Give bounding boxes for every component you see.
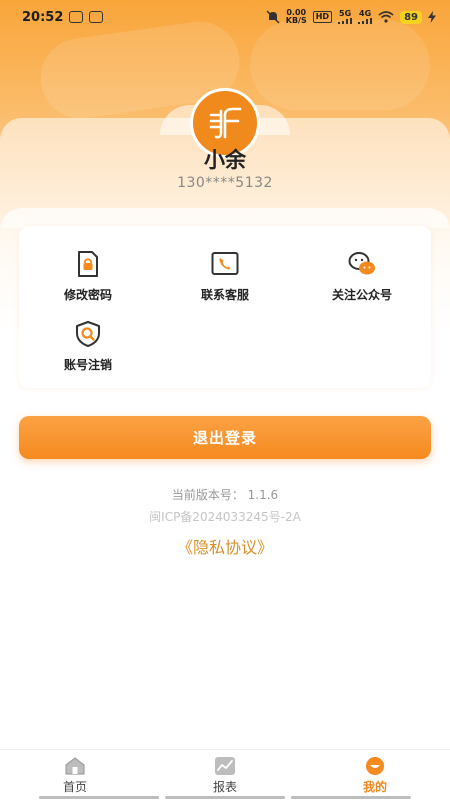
status-bar: 20:52 0.00 KB/S HD 5G 4G 89 bbox=[0, 0, 450, 34]
gesture-segment bbox=[291, 796, 411, 799]
chart-icon bbox=[215, 757, 235, 775]
hd-badge: HD bbox=[312, 11, 333, 23]
notification-icon bbox=[69, 11, 84, 23]
home-icon bbox=[65, 757, 85, 775]
menu-item-label: 修改密码 bbox=[63, 288, 112, 302]
signal-5g-label: 5G bbox=[339, 9, 352, 18]
network-speed-unit: KB/S bbox=[285, 16, 307, 25]
shield-search-icon bbox=[76, 321, 100, 347]
icp-text: 闽ICP备2024033245号-2A bbox=[149, 510, 301, 524]
phone-icon bbox=[211, 252, 239, 275]
gesture-bar bbox=[0, 796, 450, 800]
user-phone: 130****5132 bbox=[177, 175, 273, 191]
tab-label: 报表 bbox=[212, 780, 237, 794]
tab-label: 我的 bbox=[362, 780, 387, 794]
wechat-icon bbox=[348, 252, 375, 275]
menu-item-label: 账号注销 bbox=[63, 358, 112, 372]
wifi-icon bbox=[378, 11, 394, 23]
charging-icon bbox=[428, 11, 436, 23]
menu-item-label: 关注公众号 bbox=[331, 288, 392, 302]
menu-item-follow-account[interactable]: 关注公众号 bbox=[293, 250, 431, 314]
menu-item-contact-service[interactable]: 联系客服 bbox=[156, 250, 294, 314]
profile-icon bbox=[366, 757, 384, 775]
signal-4g: 4G bbox=[358, 9, 373, 24]
signal-bars-icon bbox=[358, 18, 373, 24]
document-lock-icon bbox=[78, 251, 98, 277]
signal-5g: 5G bbox=[338, 9, 353, 24]
status-time: 20:52 bbox=[22, 9, 64, 25]
gesture-segment bbox=[165, 796, 285, 799]
network-speed: 0.00 KB/S bbox=[286, 9, 307, 25]
menu-item-delete-account[interactable]: 账号注销 bbox=[19, 320, 157, 384]
tab-mine[interactable]: 我的 bbox=[300, 750, 450, 800]
tab-report[interactable]: 报表 bbox=[150, 750, 300, 800]
signal-4g-label: 4G bbox=[359, 9, 372, 18]
tab-home[interactable]: 首页 bbox=[0, 750, 150, 800]
menu-panel: 修改密码 联系客服 关注公众号 账号注销 bbox=[19, 226, 431, 388]
tab-label: 首页 bbox=[62, 780, 87, 794]
battery-indicator: 89 bbox=[400, 10, 422, 24]
bottom-tab-bar: 首页 报表 我的 bbox=[0, 749, 450, 800]
privacy-policy-link[interactable]: 《隐私协议》 bbox=[0, 534, 450, 558]
mute-icon bbox=[266, 10, 280, 24]
menu-item-label: 联系客服 bbox=[200, 288, 249, 302]
app-notification-icon bbox=[89, 11, 104, 23]
menu-item-change-password[interactable]: 修改密码 bbox=[19, 250, 157, 314]
signal-bars-icon bbox=[338, 18, 353, 24]
user-name: 小余 bbox=[204, 148, 246, 172]
version-text: 当前版本号： 1.1.6 bbox=[171, 488, 279, 502]
brand-logo-icon bbox=[209, 107, 242, 139]
gesture-segment bbox=[39, 796, 159, 799]
logout-button[interactable]: 退出登录 bbox=[19, 416, 431, 459]
